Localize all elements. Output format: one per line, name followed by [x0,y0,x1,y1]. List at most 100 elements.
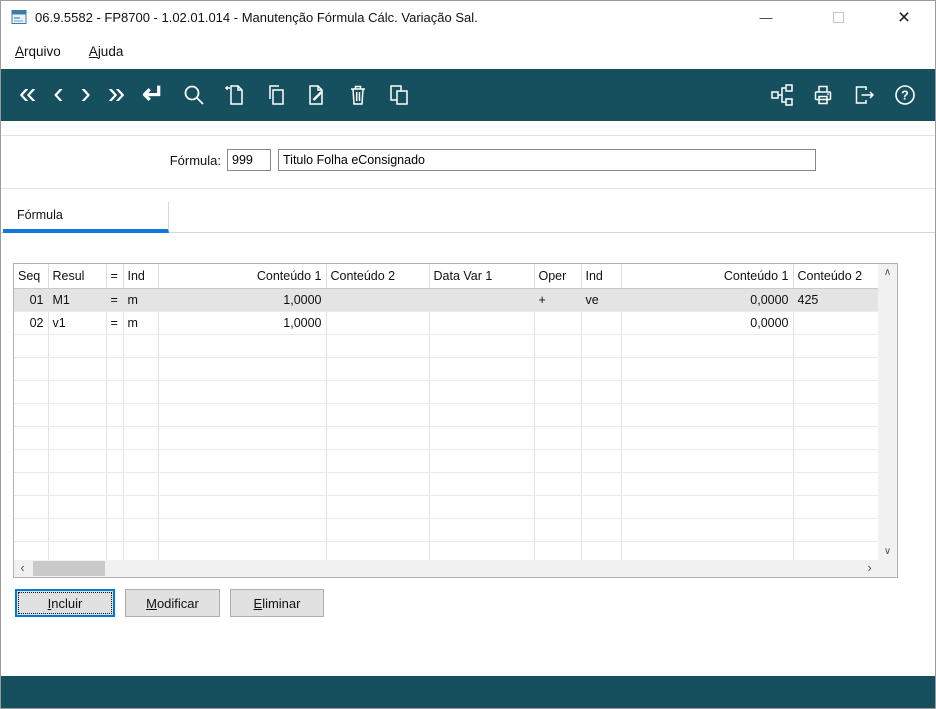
grid-column-header[interactable]: Conteúdo 1 [621,264,794,289]
grid-cell[interactable] [581,541,622,560]
grid-cell[interactable] [158,380,327,404]
grid-cell[interactable] [158,518,327,542]
grid-row[interactable] [14,380,878,404]
grid-cell[interactable] [14,357,49,381]
grid-column-header[interactable]: Seq [14,264,49,289]
grid-cell[interactable] [621,541,794,560]
grid-cell[interactable]: 1,0000 [158,288,327,312]
grid-cell[interactable]: = [106,311,124,335]
grid-row[interactable] [14,334,878,358]
grid-cell[interactable] [106,518,124,542]
grid-row[interactable] [14,449,878,473]
scroll-down-icon[interactable]: ∨ [878,543,897,560]
grid-cell[interactable] [158,426,327,450]
delete-record-icon[interactable] [346,83,370,107]
grid-cell[interactable]: M1 [48,288,107,312]
grid-row[interactable]: 01 M1 = m 1,0000 + ve 0,0000 425 [14,288,878,312]
grid-cell[interactable] [534,403,582,427]
grid-row[interactable] [14,472,878,496]
grid-cell[interactable] [793,357,878,381]
grid-cell[interactable] [581,403,622,427]
grid-cell[interactable] [534,380,582,404]
grid-cell[interactable] [158,472,327,496]
print-icon[interactable] [811,83,835,107]
grid-cell[interactable] [326,449,430,473]
grid-cell[interactable] [14,426,49,450]
grid-cell[interactable] [429,541,535,560]
grid-cell[interactable] [534,311,582,335]
vertical-scrollbar[interactable]: ∧ ∨ [878,264,897,560]
grid-cell[interactable]: = [106,288,124,312]
grid-cell[interactable] [326,357,430,381]
grid-cell[interactable] [793,334,878,358]
horizontal-scroll-thumb[interactable] [33,561,105,576]
grid-cell[interactable] [326,495,430,519]
grid-column-header[interactable]: Data Var 1 [429,264,535,289]
grid-cell[interactable] [14,518,49,542]
grid-cell[interactable] [534,495,582,519]
modificar-button[interactable]: Modificar [125,589,220,617]
grid-cell[interactable] [429,357,535,381]
grid-cell[interactable] [14,495,49,519]
edit-record-icon[interactable] [305,83,329,107]
grid-cell[interactable] [581,380,622,404]
grid-row[interactable] [14,541,878,560]
grid-cell[interactable] [326,288,430,312]
grid-cell[interactable] [48,403,107,427]
grid-cell[interactable] [621,495,794,519]
grid-cell[interactable] [581,311,622,335]
maximize-button[interactable] [815,1,861,34]
grid-cell[interactable] [581,518,622,542]
grid-cell[interactable] [621,357,794,381]
grid-cell[interactable] [106,541,124,560]
grid-column-header[interactable]: Conteúdo 2 [326,264,430,289]
grid-cell[interactable] [534,357,582,381]
help-icon[interactable]: ? [893,83,917,107]
grid-cell[interactable] [48,495,107,519]
horizontal-scrollbar[interactable]: ‹ › [14,560,878,577]
grid-cell[interactable] [429,426,535,450]
grid-cell[interactable] [123,426,159,450]
scroll-up-icon[interactable]: ∧ [878,264,897,281]
grid-cell[interactable]: 425 [793,288,878,312]
grid-row[interactable] [14,518,878,542]
eliminar-button[interactable]: Eliminar [230,589,324,617]
formula-title-input[interactable] [278,149,816,171]
search-icon[interactable] [182,83,206,107]
grid-column-header[interactable]: Conteúdo 1 [158,264,327,289]
grid-cell[interactable] [534,518,582,542]
grid-cell[interactable] [793,518,878,542]
grid-cell[interactable] [123,334,159,358]
grid-row[interactable] [14,357,878,381]
grid-cell[interactable] [429,311,535,335]
grid-cell[interactable] [158,541,327,560]
grid-cell[interactable] [106,449,124,473]
grid-cell[interactable] [429,495,535,519]
grid-cell[interactable] [793,449,878,473]
grid-cell[interactable]: 1,0000 [158,311,327,335]
grid-cell[interactable] [14,449,49,473]
incluir-button[interactable]: Incluir [15,589,115,617]
grid-cell[interactable] [48,380,107,404]
grid-row[interactable] [14,403,878,427]
scroll-left-icon[interactable]: ‹ [14,560,31,577]
grid-cell[interactable]: m [123,311,159,335]
grid-cell[interactable] [14,472,49,496]
grid-cell[interactable] [326,472,430,496]
paste-record-icon[interactable] [387,83,411,107]
grid-cell[interactable] [534,541,582,560]
grid-row[interactable] [14,426,878,450]
grid-row[interactable] [14,495,878,519]
grid-cell[interactable] [48,518,107,542]
grid-cell[interactable] [326,426,430,450]
related-programs-icon[interactable] [770,83,794,107]
grid-cell[interactable] [106,495,124,519]
grid-cell[interactable] [106,357,124,381]
grid-cell[interactable] [621,380,794,404]
grid-cell[interactable] [123,403,159,427]
grid-cell[interactable] [793,311,878,335]
grid-cell[interactable]: + [534,288,582,312]
previous-record-button[interactable]: ‹ [53,77,63,108]
menu-ajuda[interactable]: Ajuda [89,44,124,59]
grid-cell[interactable] [326,541,430,560]
